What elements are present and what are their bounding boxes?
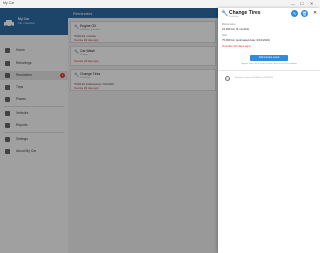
add-service-event-button[interactable]: Add service event bbox=[250, 55, 288, 61]
modal-overlay[interactable] bbox=[0, 8, 218, 253]
close-window-button[interactable]: ✕ bbox=[310, 1, 313, 6]
edit-icon: ✎ bbox=[292, 11, 297, 16]
minimize-button[interactable]: — bbox=[291, 1, 295, 6]
delete-icon: 🗑 bbox=[301, 11, 308, 16]
detail-header: 🔧 Change Tires 15,000 km ✎ 🗑 ✕ bbox=[218, 8, 320, 20]
detail-subtitle: 15,000 km bbox=[229, 16, 239, 18]
edit-button[interactable]: ✎ bbox=[291, 10, 298, 17]
maximize-button[interactable]: ☐ bbox=[300, 1, 304, 6]
close-panel-button[interactable]: ✕ bbox=[313, 10, 317, 17]
history-entry: Previous service: 60,000 km (1/1/2022) bbox=[235, 77, 274, 79]
window-titlebar: My Car — ☐ ✕ bbox=[0, 0, 320, 8]
reminder-detail-panel: 🔧 Change Tires 15,000 km ✎ 🗑 ✕ Maintenan… bbox=[218, 8, 320, 253]
maintenance-value: 15,000 km (6 months) bbox=[222, 27, 250, 31]
history-icon: ◷ bbox=[225, 76, 230, 81]
overdue-text: Overdue (64 days ago) bbox=[222, 44, 251, 48]
add-service-hint: Register when the service has been done … bbox=[240, 63, 298, 65]
window-title: My Car bbox=[3, 1, 15, 5]
delete-button[interactable]: 🗑 bbox=[301, 10, 308, 17]
maintenance-label: Maintenance bbox=[222, 23, 236, 26]
detail-divider bbox=[218, 70, 320, 71]
next-label: Next bbox=[222, 34, 227, 37]
wrench-icon: 🔧 bbox=[221, 11, 229, 17]
next-value: 75,000 km (estimated date: 6/10/2022) bbox=[222, 38, 271, 42]
